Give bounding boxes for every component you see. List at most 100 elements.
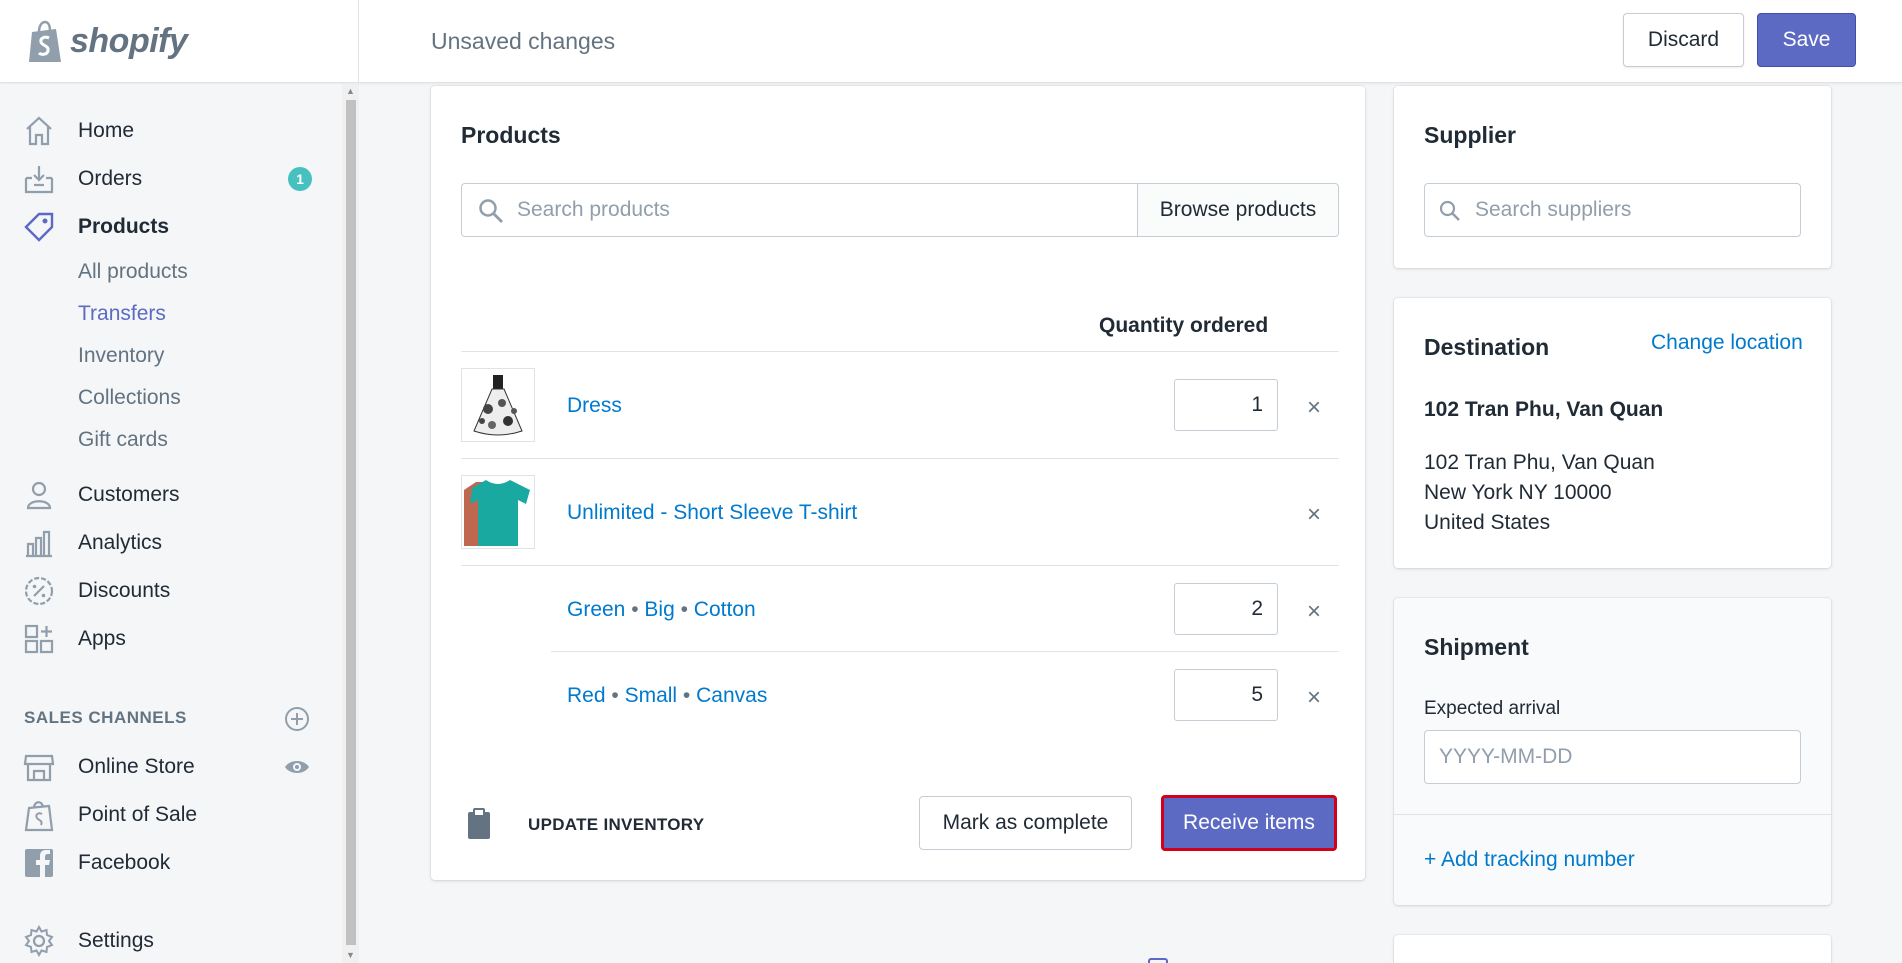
products-card: Products Browse products Quantity ordere… (431, 86, 1365, 880)
customer-icon (26, 481, 52, 510)
search-icon (1439, 200, 1460, 221)
shipment-card: Shipment Expected arrival + Add tracking… (1394, 598, 1831, 905)
divider (1394, 814, 1831, 815)
sidebar-item-facebook[interactable]: Facebook (0, 842, 330, 884)
remove-icon[interactable]: × (1307, 394, 1321, 422)
destination-name: 102 Tran Phu, Van Quan (1424, 398, 1664, 421)
sales-channels-heading: SALES CHANNELS (24, 708, 187, 727)
divider (461, 458, 1339, 459)
sidebar-scrollbar[interactable]: ▲ ▼ (342, 84, 359, 963)
address-line-2: New York NY 10000 (1424, 481, 1612, 504)
analytics-icon (26, 530, 52, 558)
supplier-search-input[interactable] (1475, 196, 1785, 224)
apps-icon (24, 624, 54, 654)
divider (551, 651, 1339, 652)
variant-size: Small (624, 684, 678, 707)
logo[interactable]: shopify (0, 0, 359, 83)
product-search-input[interactable] (517, 196, 1117, 224)
save-button[interactable]: Save (1757, 13, 1856, 67)
sidebar-subitem-all-products[interactable]: All products (78, 260, 188, 284)
next-card (1394, 935, 1831, 963)
dress-image-icon (473, 375, 523, 436)
sidebar-item-orders[interactable]: Orders 1 (0, 158, 330, 200)
variant-color: Green (567, 598, 626, 621)
add-tracking-number-link[interactable]: + Add tracking number (1424, 848, 1635, 872)
sidebar-subitem-inventory[interactable]: Inventory (78, 344, 164, 368)
sidebar-item-point-of-sale[interactable]: Point of Sale (0, 794, 330, 836)
product-search-field[interactable] (461, 183, 1137, 237)
shipment-card-title: Shipment (1424, 634, 1529, 660)
destination-card: Destination Change location 102 Tran Phu… (1394, 298, 1831, 568)
discard-button[interactable]: Discard (1623, 13, 1744, 67)
receive-items-button[interactable]: Receive items (1161, 795, 1337, 851)
sidebar-subitem-transfers[interactable]: Transfers (78, 302, 166, 326)
sidebar-subitem-collections[interactable]: Collections (78, 386, 181, 410)
browse-products-button[interactable]: Browse products (1137, 183, 1339, 237)
expected-arrival-field[interactable] (1424, 730, 1801, 784)
scroll-down-arrow-icon[interactable]: ▼ (346, 950, 355, 960)
product-link-tshirt[interactable]: Unlimited - Short Sleeve T-shirt (567, 501, 857, 525)
variant-link-green[interactable]: Green • Big • Cotton (567, 598, 756, 622)
supplier-card-title: Supplier (1424, 122, 1517, 148)
remove-icon[interactable]: × (1307, 598, 1321, 626)
sidebar-label: Settings (78, 929, 154, 952)
shopify-bag-icon (29, 20, 61, 62)
update-inventory-label: UPDATE INVENTORY (528, 815, 705, 834)
sidebar-item-apps[interactable]: Apps (0, 618, 330, 660)
tshirt-image-icon (464, 480, 530, 546)
expected-arrival-input[interactable] (1439, 743, 1779, 771)
unsaved-changes-label: Unsaved changes (431, 28, 616, 54)
sidebar-item-products[interactable]: Products (0, 206, 330, 248)
address-line-1: 102 Tran Phu, Van Quan (1424, 451, 1655, 474)
top-bar: shopify Unsaved changes Discard Save (0, 0, 1902, 83)
eye-icon[interactable] (284, 758, 310, 776)
divider (461, 565, 1339, 566)
mark-as-complete-button[interactable]: Mark as complete (919, 796, 1132, 850)
orders-icon (24, 166, 54, 194)
dress-thumbnail (461, 368, 535, 442)
variant-color: Red (567, 684, 606, 707)
sidebar-label: Orders (78, 167, 143, 190)
search-icon (479, 199, 503, 223)
change-location-link[interactable]: Change location (1651, 331, 1803, 355)
product-link-dress[interactable]: Dress (567, 394, 622, 418)
sidebar-label: Customers (78, 483, 180, 506)
pos-bag-icon (24, 801, 54, 832)
destination-card-title: Destination (1424, 334, 1550, 360)
scrollbar-thumb[interactable] (346, 100, 356, 945)
quantity-input-green[interactable] (1174, 583, 1278, 635)
sidebar: Home Orders 1 Products All products Tran… (0, 84, 359, 963)
quantity-input-dress[interactable] (1174, 379, 1278, 431)
sidebar-item-customers[interactable]: Customers (0, 474, 330, 516)
quantity-input-red[interactable] (1174, 669, 1278, 721)
variant-size: Big (644, 598, 675, 621)
sidebar-label: Facebook (78, 851, 171, 874)
supplier-card: Supplier (1394, 86, 1831, 268)
expected-arrival-label: Expected arrival (1424, 698, 1561, 719)
sidebar-subitem-gift-cards[interactable]: Gift cards (78, 428, 168, 452)
sidebar-label: Apps (78, 627, 126, 650)
sidebar-label: Online Store (78, 755, 195, 778)
supplier-search-field[interactable] (1424, 183, 1801, 237)
sidebar-item-analytics[interactable]: Analytics (0, 522, 330, 564)
store-icon (23, 754, 55, 782)
discount-icon (24, 576, 54, 606)
add-channel-icon[interactable] (284, 706, 310, 732)
remove-icon[interactable]: × (1307, 501, 1321, 529)
sidebar-item-online-store[interactable]: Online Store (0, 746, 330, 788)
sidebar-label: Discounts (78, 579, 171, 602)
scroll-up-arrow-icon[interactable]: ▲ (346, 86, 355, 96)
sidebar-item-home[interactable]: Home (0, 110, 330, 152)
remove-icon[interactable]: × (1307, 684, 1321, 712)
checkbox-partial[interactable] (1148, 958, 1168, 963)
sidebar-label: Home (78, 119, 135, 142)
tshirt-thumbnail (461, 475, 535, 549)
address-line-3: United States (1424, 511, 1551, 534)
sidebar-item-settings[interactable]: Settings (0, 920, 330, 962)
variant-material: Cotton (693, 598, 756, 621)
variant-material: Canvas (696, 684, 768, 707)
sidebar-item-discounts[interactable]: Discounts (0, 570, 330, 612)
quantity-ordered-header: Quantity ordered (1099, 314, 1269, 337)
sidebar-label: Point of Sale (78, 803, 198, 826)
variant-link-red[interactable]: Red • Small • Canvas (567, 684, 767, 708)
